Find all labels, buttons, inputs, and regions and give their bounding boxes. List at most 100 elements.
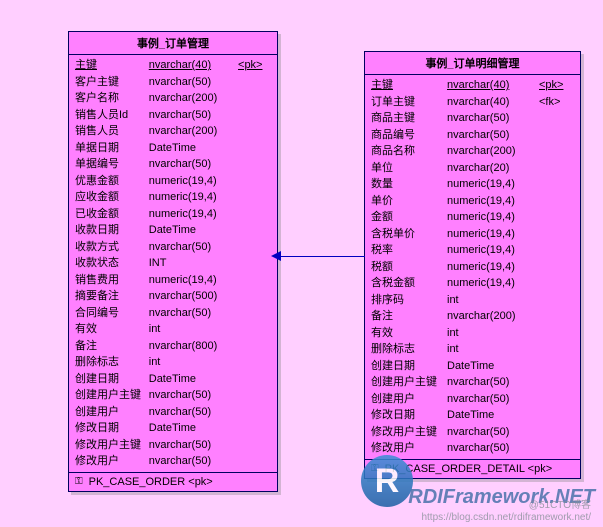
column-name: 已收金额	[75, 206, 149, 223]
column-name: 含税金额	[371, 275, 447, 292]
column-key	[539, 226, 573, 243]
table-row: 有效int	[371, 325, 574, 342]
column-name: 创建用户主键	[371, 374, 447, 391]
entity-order: 事例_订单管理 主键nvarchar(40)<pk>客户主键nvarchar(5…	[68, 31, 278, 492]
table-row: 修改用户nvarchar(50)	[371, 440, 574, 457]
column-type: nvarchar(40)	[149, 57, 238, 74]
table-row: 收款日期DateTime	[75, 222, 271, 239]
column-type: DateTime	[149, 371, 238, 388]
column-name: 主键	[75, 57, 149, 74]
column-key	[238, 173, 271, 190]
column-name: 单据编号	[75, 156, 149, 173]
table-row: 备注nvarchar(800)	[75, 338, 271, 355]
column-type: nvarchar(50)	[447, 440, 539, 457]
column-name: 单据日期	[75, 140, 149, 157]
column-key	[238, 239, 271, 256]
table-row: 合同编号nvarchar(50)	[75, 305, 271, 322]
column-type: int	[149, 321, 238, 338]
column-key	[238, 272, 271, 289]
column-key	[238, 156, 271, 173]
table-row: 金额numeric(19,4)	[371, 209, 574, 226]
column-key	[539, 308, 573, 325]
column-type: nvarchar(50)	[149, 453, 238, 470]
column-type: nvarchar(50)	[447, 110, 539, 127]
column-key	[539, 110, 573, 127]
column-name: 优惠金额	[75, 173, 149, 190]
column-name: 数量	[371, 176, 447, 193]
relationship-line	[277, 256, 365, 257]
table-row: 创建用户nvarchar(50)	[75, 404, 271, 421]
table-row: 修改日期DateTime	[75, 420, 271, 437]
column-type: nvarchar(50)	[149, 239, 238, 256]
column-key	[238, 387, 271, 404]
column-key	[238, 189, 271, 206]
column-type: nvarchar(40)	[447, 94, 539, 111]
table-row: 客户主键nvarchar(50)	[75, 74, 271, 91]
column-name: 单价	[371, 193, 447, 210]
column-name: 修改用户主键	[371, 424, 447, 441]
column-key	[238, 371, 271, 388]
column-key	[539, 440, 573, 457]
column-name: 客户名称	[75, 90, 149, 107]
column-name: 合同编号	[75, 305, 149, 322]
entity-order-body: 主键nvarchar(40)<pk>客户主键nvarchar(50)客户名称nv…	[69, 55, 277, 472]
column-name: 收款日期	[75, 222, 149, 239]
table-row: 修改用户主键nvarchar(50)	[75, 437, 271, 454]
column-key	[539, 127, 573, 144]
column-key: <pk>	[539, 77, 573, 94]
column-key	[539, 160, 573, 177]
table-row: 备注nvarchar(200)	[371, 308, 574, 325]
table-row: 应收金额numeric(19,4)	[75, 189, 271, 206]
column-key	[238, 338, 271, 355]
column-type: numeric(19,4)	[149, 173, 238, 190]
column-type: numeric(19,4)	[447, 226, 539, 243]
column-name: 商品主键	[371, 110, 447, 127]
key-icon: ⚿	[75, 476, 83, 487]
column-type: nvarchar(50)	[447, 127, 539, 144]
column-name: 商品编号	[371, 127, 447, 144]
column-type: DateTime	[149, 140, 238, 157]
column-key	[238, 206, 271, 223]
table-row: 单位nvarchar(20)	[371, 160, 574, 177]
table-row: 单价numeric(19,4)	[371, 193, 574, 210]
column-type: nvarchar(50)	[149, 387, 238, 404]
column-type: numeric(19,4)	[447, 242, 539, 259]
column-name: 金额	[371, 209, 447, 226]
column-name: 有效	[371, 325, 447, 342]
entity-order-detail-footer-text: PK_CASE_ORDER_DETAIL <pk>	[385, 463, 553, 475]
column-type: nvarchar(50)	[447, 424, 539, 441]
column-type: int	[447, 292, 539, 309]
table-row: 商品名称nvarchar(200)	[371, 143, 574, 160]
table-row: 单据编号nvarchar(50)	[75, 156, 271, 173]
column-type: INT	[149, 255, 238, 272]
column-type: numeric(19,4)	[149, 272, 238, 289]
column-type: nvarchar(50)	[149, 74, 238, 91]
column-type: numeric(19,4)	[447, 176, 539, 193]
key-icon: ⚿	[371, 463, 379, 474]
column-name: 修改用户主键	[75, 437, 149, 454]
column-key	[238, 140, 271, 157]
column-key	[238, 288, 271, 305]
column-key: <pk>	[238, 57, 271, 74]
column-name: 有效	[75, 321, 149, 338]
column-name: 商品名称	[371, 143, 447, 160]
column-name: 备注	[371, 308, 447, 325]
column-type: nvarchar(800)	[149, 338, 238, 355]
column-key	[238, 404, 271, 421]
column-key	[238, 123, 271, 140]
table-row: 含税金额numeric(19,4)	[371, 275, 574, 292]
column-type: nvarchar(50)	[149, 156, 238, 173]
table-row: 主键nvarchar(40)<pk>	[371, 77, 574, 94]
column-key	[539, 176, 573, 193]
table-row: 收款状态INT	[75, 255, 271, 272]
column-type: nvarchar(200)	[447, 143, 539, 160]
table-row: 税额numeric(19,4)	[371, 259, 574, 276]
table-row: 商品编号nvarchar(50)	[371, 127, 574, 144]
table-row: 含税单价numeric(19,4)	[371, 226, 574, 243]
column-name: 含税单价	[371, 226, 447, 243]
column-name: 摘要备注	[75, 288, 149, 305]
column-name: 订单主键	[371, 94, 447, 111]
entity-order-detail-title: 事例_订单明细管理	[365, 52, 580, 75]
table-row: 销售人员nvarchar(200)	[75, 123, 271, 140]
table-row: 主键nvarchar(40)<pk>	[75, 57, 271, 74]
